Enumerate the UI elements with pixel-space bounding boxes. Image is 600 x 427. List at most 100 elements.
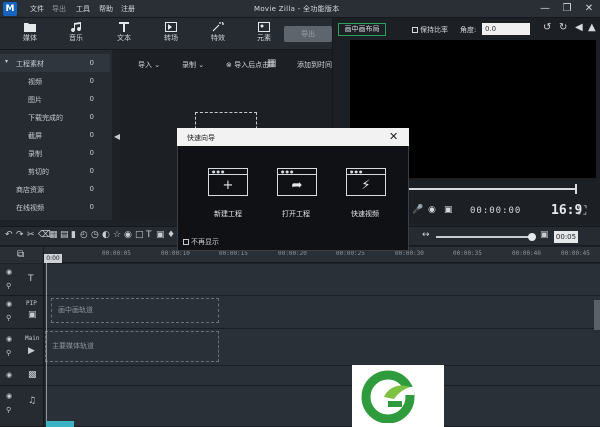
close-icon[interactable]: ✕: [389, 130, 398, 143]
flip-icon[interactable]: ◀: [575, 22, 583, 33]
keep-ratio-checkbox[interactable]: 保持比率: [412, 25, 448, 35]
text-tool-icon[interactable]: T: [146, 230, 152, 240]
undo-icon[interactable]: ↶: [5, 230, 13, 240]
quick-video-label[interactable]: 快速视频: [335, 209, 395, 219]
main-drop-zone[interactable]: 主要媒体轨道: [45, 331, 219, 362]
text-icon: [119, 22, 129, 32]
lock-icon[interactable]: ⚲: [6, 282, 11, 290]
speed-icon[interactable]: ◴: [80, 230, 88, 240]
quick-video-option[interactable]: ●●● ⚡: [346, 168, 386, 196]
tool-effect[interactable]: 特效: [198, 20, 238, 48]
properties-icon[interactable]: ▤: [60, 230, 69, 240]
record-button[interactable]: 录制 ⌄: [182, 60, 204, 70]
open-project-label[interactable]: 打开工程: [266, 209, 326, 219]
music-note-icon: [71, 22, 82, 32]
sidebar-item-clipped[interactable]: 剪切的 0: [0, 162, 110, 180]
rotate-right-icon[interactable]: ↻: [559, 22, 567, 33]
import-button[interactable]: 导入 ⌄: [138, 60, 160, 70]
zoom-slider[interactable]: [436, 236, 532, 238]
menu-tools[interactable]: 工具: [76, 4, 90, 14]
visibility-icon[interactable]: ◉: [6, 392, 12, 400]
image-icon[interactable]: ▣: [156, 230, 165, 240]
open-project-option[interactable]: ●●● ➦: [277, 168, 317, 196]
visibility-icon[interactable]: ◉: [6, 371, 12, 379]
tool-transition[interactable]: 转场: [151, 20, 191, 48]
zoom-fit-icon[interactable]: ↔: [422, 230, 430, 240]
zoom-value-field[interactable]: 00:05: [554, 231, 578, 243]
zoom-box-icon[interactable]: ▣: [540, 230, 549, 240]
tool-text[interactable]: 文本: [104, 20, 144, 48]
crop-icon[interactable]: ▦: [49, 230, 58, 240]
new-project-label[interactable]: 新建工程: [198, 209, 258, 219]
pip-drop-zone[interactable]: 画中画轨道: [51, 298, 219, 323]
tool-music[interactable]: 音乐: [56, 20, 96, 48]
lock-icon[interactable]: ⚲: [6, 406, 11, 414]
pip-layout-button[interactable]: 画中画布局: [338, 23, 386, 36]
menu-export[interactable]: 导出: [52, 4, 66, 14]
restore-icon[interactable]: ❐: [560, 2, 574, 16]
card-dots: ●●●: [350, 169, 364, 174]
close-icon[interactable]: ✕: [582, 2, 596, 16]
lock-icon[interactable]: ⚲: [6, 349, 11, 357]
sidebar-item-project-media[interactable]: ▾ 工程素材 0: [0, 54, 110, 72]
card-dots: ●●●: [212, 169, 226, 174]
menu-help[interactable]: 帮助: [99, 4, 113, 14]
sidebar-item-screenshot[interactable]: 截屏 0: [0, 126, 110, 144]
visibility-icon[interactable]: ◉: [6, 335, 12, 343]
add-track-icon[interactable]: ⧉: [17, 249, 24, 260]
color-icon[interactable]: ◉: [124, 230, 132, 240]
sidebar-item-store[interactable]: 商店资源 0: [0, 180, 110, 198]
tool-effect-label: 特效: [211, 34, 225, 42]
webcam-icon[interactable]: ◉: [428, 205, 436, 215]
pip-track[interactable]: 画中画轨道: [45, 296, 600, 329]
tool-media-label: 媒体: [23, 34, 37, 42]
text-track[interactable]: [45, 264, 600, 296]
redo-icon[interactable]: ↷: [16, 230, 24, 240]
grid-view-icon[interactable]: ▦: [267, 58, 276, 69]
overlay-track[interactable]: [45, 366, 600, 386]
lock-icon[interactable]: ⚲: [6, 314, 11, 322]
tool-elements[interactable]: 元素: [244, 20, 284, 48]
timer-icon[interactable]: ◷: [91, 230, 99, 240]
split-icon[interactable]: ▮: [71, 230, 76, 240]
visibility-icon[interactable]: ◉: [6, 300, 12, 308]
ruler-tick: 00:00:35: [453, 250, 482, 257]
export-button[interactable]: 导出: [284, 26, 332, 42]
visibility-icon[interactable]: ◉: [6, 268, 12, 276]
track-header-pip: ◉ ⚲ PIP ▣: [0, 296, 44, 329]
track-header-audio: ◉ ⚲ ♫: [0, 386, 44, 427]
microphone-icon[interactable]: 🎤: [412, 205, 423, 215]
cut-icon[interactable]: ✂: [27, 230, 35, 240]
menu-register[interactable]: 注册: [121, 4, 135, 14]
main-track[interactable]: 主要媒体轨道: [45, 329, 600, 366]
ruler-tick: 00:00:05: [102, 250, 131, 257]
dont-show-again-checkbox[interactable]: 不再显示: [183, 237, 219, 247]
sidebar-item-count: 0: [89, 131, 94, 139]
vertical-scrollbar[interactable]: [594, 300, 600, 330]
fullscreen-icon[interactable]: ⛶: [578, 203, 586, 218]
marker-icon[interactable]: ♦: [167, 230, 175, 240]
flip-vertical-icon[interactable]: ▲: [588, 22, 596, 33]
zoom-slider-knob[interactable]: [528, 233, 536, 241]
menu-file[interactable]: 文件: [30, 4, 44, 14]
sidebar-item-online-video[interactable]: 在线视频 0: [0, 198, 110, 216]
folder-icon[interactable]: □: [135, 230, 144, 240]
tool-text-label: 文本: [117, 34, 131, 42]
sidebar-item-image[interactable]: 图片 0: [0, 90, 110, 108]
filter-icon[interactable]: ◐: [102, 230, 110, 240]
sidebar-item-video[interactable]: 视频 0: [0, 72, 110, 90]
ruler-tick: 00:00:10: [161, 250, 190, 257]
sidebar-item-recorded[interactable]: 录制 0: [0, 144, 110, 162]
card-title-bar: ●●●: [278, 169, 316, 175]
audio-track[interactable]: [45, 386, 600, 427]
rotate-left-icon[interactable]: ↺: [543, 22, 551, 33]
minimize-icon[interactable]: —: [538, 2, 552, 16]
horizontal-scrollbar[interactable]: [46, 421, 74, 427]
angle-input[interactable]: 0.0: [482, 23, 530, 35]
camera-icon[interactable]: ▣: [444, 205, 453, 215]
playhead[interactable]: 0:00: [44, 254, 62, 263]
sidebar-item-downloaded[interactable]: 下载完成的 0: [0, 108, 110, 126]
new-project-option[interactable]: ●●● +: [208, 168, 248, 196]
tool-media[interactable]: 媒体: [10, 20, 50, 48]
star-icon[interactable]: ☆: [113, 230, 121, 240]
